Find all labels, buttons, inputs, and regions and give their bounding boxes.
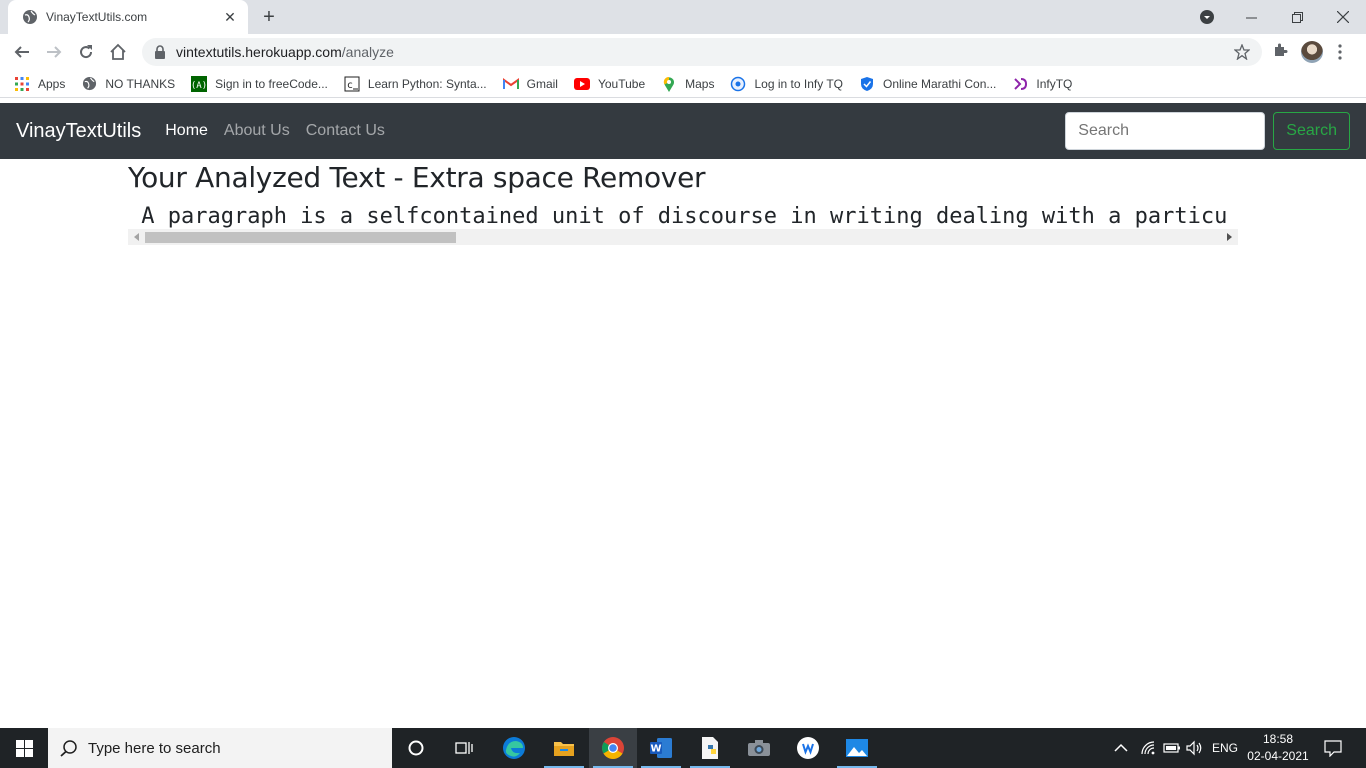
windows-taskbar: Type here to search W ENG 18:58 02-04-20… [0,728,1366,768]
codecademy-icon: c [344,76,360,92]
bookmark-maps[interactable]: Maps [661,76,714,92]
search-form: Search [1065,112,1350,150]
edge-icon[interactable] [490,728,538,768]
search-icon [60,740,77,757]
bookmark-no-thanks[interactable]: NO THANKS [81,76,175,92]
bookmark-youtube[interactable]: YouTube [573,76,646,92]
bookmark-label: YouTube [597,76,646,91]
bookmark-label: Gmail [526,76,558,91]
youtube-icon [573,76,590,92]
bookmark-infytq-login[interactable]: Log in to Infy TQ [730,76,843,92]
new-tab-icon[interactable]: + [258,6,280,28]
bookmarks-bar: Apps NO THANKS (A) Sign in to freeCode..… [0,70,1366,98]
profile-avatar[interactable] [1301,41,1323,63]
volume-icon[interactable] [1186,728,1204,768]
nav-home[interactable]: Home [165,122,208,140]
forward-icon[interactable] [42,40,66,64]
gmail-icon [502,76,519,92]
python-idle-icon[interactable] [686,728,734,768]
page-title: Your Analyzed Text - Extra space Remover [128,161,706,194]
search-input[interactable] [1065,112,1266,150]
home-icon[interactable] [106,40,130,64]
bookmark-label: Learn Python: Synta... [367,76,487,91]
site-brand[interactable]: VinayTextUtils [16,120,141,143]
tab-search-icon[interactable] [1196,0,1218,34]
notifications-icon[interactable] [1324,728,1342,768]
camera-icon[interactable] [735,728,783,768]
bookmark-label: Sign in to freeCode... [215,76,328,91]
language-indicator[interactable]: ENG [1212,728,1238,768]
bookmark-star-icon[interactable] [1234,44,1250,60]
scrollbar-thumb[interactable] [145,232,456,243]
address-bar[interactable]: vintextutils.herokuapp.com/analyze [142,38,1262,66]
browser-tab[interactable]: VinayTextUtils.com ✕ [8,0,248,34]
svg-text:c: c [347,80,353,91]
globe-icon [81,76,97,92]
bookmark-marathi[interactable]: Online Marathi Con... [859,76,996,92]
bookmark-label: InfyTQ [1036,76,1073,91]
apps-grid-icon [14,76,30,92]
infytq-login-icon [730,76,746,92]
svg-text:W: W [650,744,661,755]
wifi-icon[interactable] [1140,728,1156,768]
minimize-icon[interactable] [1236,0,1266,34]
bookmark-label: NO THANKS [105,76,176,91]
close-tab-icon[interactable]: ✕ [222,9,238,25]
analyzed-text: A paragraph is a selfcontained unit of d… [128,204,1228,229]
file-explorer-icon[interactable] [540,728,588,768]
clock-date: 02-04-2021 [1247,749,1309,763]
taskbar-search-placeholder: Type here to search [88,739,221,757]
scroll-left-icon[interactable] [134,233,139,241]
writer-app-icon[interactable] [784,728,832,768]
taskbar-clock[interactable]: 18:58 02-04-2021 [1244,731,1312,765]
cortana-icon[interactable] [392,728,440,768]
restore-icon[interactable] [1282,0,1312,34]
battery-icon[interactable] [1163,728,1181,768]
scroll-right-icon[interactable] [1227,233,1232,241]
svg-text:(A): (A) [191,81,207,91]
task-view-icon[interactable] [440,728,488,768]
taskbar-search-box[interactable]: Type here to search [48,728,392,768]
windows-start-icon[interactable] [0,728,48,768]
bookmark-label: Online Marathi Con... [882,76,997,91]
bookmark-label: Maps [685,76,715,91]
back-icon[interactable] [10,40,34,64]
nav-contact[interactable]: Contact Us [306,122,385,140]
bookmark-infytq[interactable]: InfyTQ [1012,76,1072,92]
horizontal-scrollbar[interactable] [128,229,1238,245]
bookmark-apps[interactable]: Apps [14,76,65,92]
url-text: vintextutils.herokuapp.com/analyze [176,44,394,60]
bookmark-learn-python[interactable]: c Learn Python: Synta... [344,76,487,92]
bookmark-gmail[interactable]: Gmail [502,76,558,92]
bookmark-label: Log in to Infy TQ [754,76,843,91]
site-navbar: VinayTextUtils Home About Us Contact Us … [0,103,1366,159]
word-icon[interactable]: W [637,728,685,768]
tab-title: VinayTextUtils.com [46,10,148,24]
chrome-icon[interactable] [589,728,637,768]
shield-icon [859,76,875,92]
nav-about[interactable]: About Us [224,122,290,140]
reload-icon[interactable] [74,40,98,64]
globe-icon [23,10,37,24]
infytq-icon [1012,76,1028,92]
clock-time: 18:58 [1262,732,1294,746]
browser-tab-strip: VinayTextUtils.com ✕ + [0,0,1366,34]
main-content: Your Analyzed Text - Extra space Remover… [128,159,1238,245]
browser-toolbar: vintextutils.herokuapp.com/analyze [0,34,1366,70]
lock-icon[interactable] [154,45,166,59]
maps-icon [661,76,677,92]
close-window-icon[interactable] [1328,0,1358,34]
extensions-icon[interactable] [1272,42,1288,58]
bookmark-label: Apps [38,76,66,91]
photos-icon[interactable] [833,728,881,768]
menu-kebab-icon[interactable] [1338,44,1342,60]
bookmark-freecodecamp[interactable]: (A) Sign in to freeCode... [191,75,328,92]
show-hidden-icons[interactable] [1114,728,1128,768]
search-button[interactable]: Search [1273,112,1350,150]
freecodecamp-icon: (A) [191,75,208,92]
